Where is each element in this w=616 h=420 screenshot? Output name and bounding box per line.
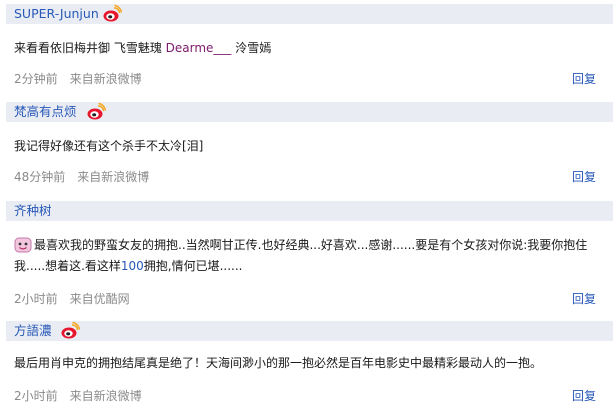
comment-header: 齐种树	[6, 201, 613, 221]
mention-link[interactable]: Dearme___	[166, 41, 232, 55]
source-text: 来自新浪微博	[77, 170, 150, 184]
weibo-icon[interactable]	[102, 4, 122, 24]
timestamp: 2分钟前	[14, 72, 58, 86]
weibo-icon[interactable]	[60, 321, 80, 341]
reply-link[interactable]: 回复	[572, 387, 596, 404]
source-text: 来自新浪微博	[69, 389, 142, 403]
timestamp: 48分钟前	[14, 170, 66, 184]
reply-link[interactable]: 回复	[572, 168, 596, 185]
comment-header: SUPER-Junjun	[6, 4, 613, 24]
comment-meta: 2分钟前 来自新浪微博	[14, 70, 142, 87]
comment-header: 方語濃	[6, 321, 613, 341]
reply-link[interactable]: 回复	[572, 70, 596, 87]
comment-header: 梵高有点烦	[6, 102, 613, 122]
comment-text: 最喜欢我的野蛮女友的拥抱..当然啊甘正传.也好经典...好喜欢...感谢....…	[14, 237, 588, 273]
comment-text: 来看看依旧梅井御 飞雪魅瑰 Dearme___ 泠雪嫣	[14, 41, 272, 55]
timestamp: 2小时前	[14, 389, 58, 403]
source-text: 来自新浪微博	[69, 72, 142, 86]
username-link[interactable]: 梵高有点烦	[14, 105, 77, 119]
weibo-icon[interactable]	[86, 102, 106, 122]
username-link[interactable]: 方語濃	[14, 324, 52, 338]
username-link[interactable]: 齐种树	[14, 204, 52, 218]
source-text: 来自优酷网	[69, 292, 130, 306]
reply-link[interactable]: 回复	[572, 290, 596, 307]
smiley-emoticon-icon	[14, 237, 32, 253]
username-link[interactable]: SUPER-Junjun	[14, 7, 99, 21]
comment-text: 最后用肖申克的拥抱结尾真是绝了！天海间渺小的那一抱必然是百年电影史中最精彩最动人…	[14, 356, 543, 370]
comment-meta: 2小时前 来自新浪微博	[14, 387, 142, 404]
comment-text: 我记得好像还有这个杀手不太冷[泪]	[14, 139, 204, 153]
comment-meta: 2小时前 来自优酷网	[14, 290, 130, 307]
timestamp: 2小时前	[14, 292, 58, 306]
comment-meta: 48分钟前 来自新浪微博	[14, 168, 149, 185]
